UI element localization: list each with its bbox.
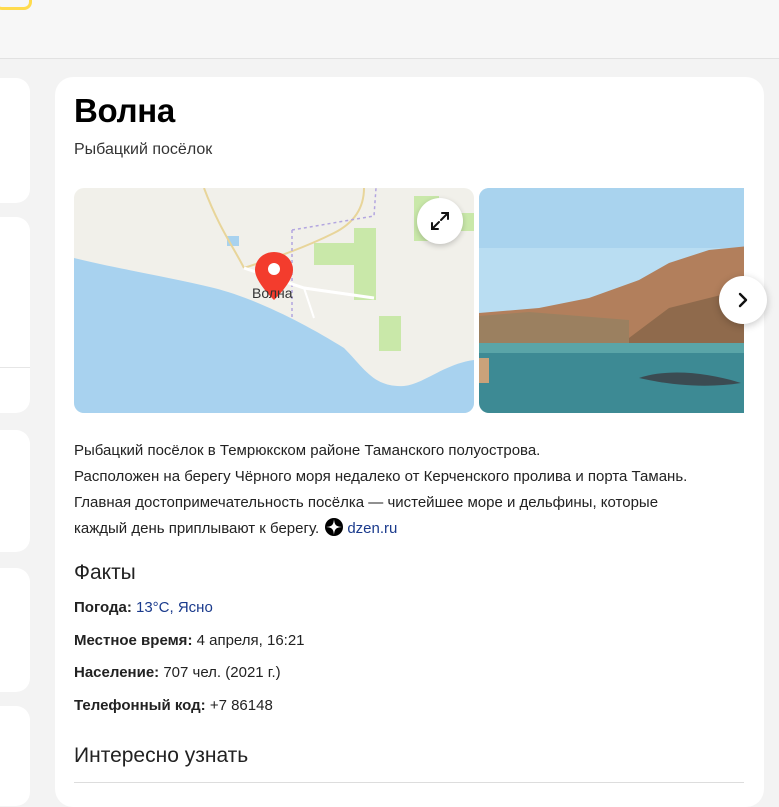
- chevron-right-icon: [738, 292, 748, 308]
- side-card: [0, 78, 30, 203]
- fact-value: +7 86148: [209, 697, 273, 714]
- fact-value: 707 чел. (2021 г.): [163, 664, 281, 681]
- section-divider: [74, 782, 744, 783]
- description-line: Главная достопримечательность посёлка — …: [74, 490, 714, 542]
- media-gallery: [74, 188, 744, 413]
- description-line: Рыбацкий посёлок в Темрюкском районе Там…: [74, 442, 541, 459]
- search-bar-edge[interactable]: [0, 0, 32, 10]
- expand-map-button[interactable]: [417, 198, 463, 244]
- facts-heading: Факты: [74, 561, 136, 584]
- place-title: Волна: [74, 92, 175, 129]
- dzen-icon: [325, 518, 344, 536]
- fact-label: Население:: [74, 664, 160, 681]
- coast-photo: [479, 188, 744, 413]
- description-line: Расположен на берегу Чёрного моря недале…: [74, 468, 688, 485]
- map-place-label: Волна: [252, 285, 293, 301]
- gallery-next-button[interactable]: [719, 276, 767, 324]
- weather-link[interactable]: 13°C, Ясно: [136, 599, 213, 616]
- fact-time: Местное время: 4 апреля, 16:21: [74, 632, 305, 649]
- fact-label: Местное время:: [74, 632, 193, 649]
- fact-population: Население: 707 чел. (2021 г.): [74, 664, 281, 681]
- fact-label: Погода:: [74, 599, 132, 616]
- fact-label: Телефонный код:: [74, 697, 206, 714]
- fact-value: 4 апреля, 16:21: [196, 632, 305, 649]
- top-bar: [0, 0, 779, 59]
- expand-icon: [431, 212, 449, 230]
- side-card: [0, 568, 30, 692]
- interesting-heading: Интересно узнать: [74, 744, 249, 767]
- divider: [0, 367, 30, 368]
- fact-weather: Погода: 13°C, Ясно: [74, 599, 213, 616]
- side-card: [0, 706, 30, 806]
- photo-preview[interactable]: [479, 188, 744, 413]
- side-card: [0, 217, 30, 413]
- place-subtitle: Рыбацкий посёлок: [74, 141, 213, 158]
- place-description: Рыбацкий посёлок в Темрюкском районе Там…: [74, 438, 754, 542]
- fact-phone-code: Телефонный код: +7 86148: [74, 697, 273, 714]
- side-card: [0, 430, 30, 552]
- source-link[interactable]: dzen.ru: [347, 520, 397, 537]
